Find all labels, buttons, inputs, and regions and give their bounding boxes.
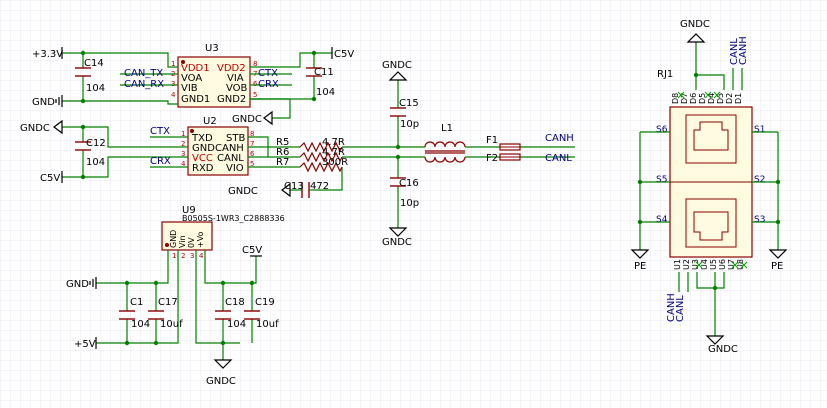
u2-pin-rxd: RXD bbox=[192, 163, 214, 174]
net-canh-out[interactable]: CANH bbox=[545, 133, 574, 144]
rj1-net-canh-top[interactable]: CANH bbox=[738, 36, 749, 65]
c15-ref: C15 bbox=[399, 98, 419, 109]
rj1-pin-d6: D6 bbox=[689, 93, 698, 104]
rj1-pin-u1: U1 bbox=[673, 259, 682, 270]
power-c5v-u2[interactable]: C5V bbox=[40, 171, 63, 184]
u9-pin-vo: +Vo bbox=[196, 231, 205, 248]
c17-val: 10uf bbox=[160, 319, 183, 330]
rj1-pin-u2: U2 bbox=[682, 259, 691, 270]
net-canl-out[interactable]: CANL bbox=[545, 153, 572, 164]
power-c5v-top-label: C5V bbox=[334, 49, 354, 60]
rj1-pin-s4: S4 bbox=[656, 215, 668, 225]
rj1-pin-d1: D1 bbox=[734, 93, 743, 104]
power-5v[interactable]: +5V bbox=[74, 337, 97, 350]
c12-val: 104 bbox=[86, 157, 105, 168]
u3-pin-gnd1: GND1 bbox=[181, 94, 210, 105]
u9-pin-num-3: 3 bbox=[190, 252, 194, 260]
c11-ref: C11 bbox=[314, 67, 334, 78]
u3-ref: U3 bbox=[205, 43, 219, 54]
u9-value: B0505S-1WR3_C2888336 bbox=[182, 214, 285, 223]
rj1-pin-s2: S2 bbox=[754, 175, 765, 185]
u3-pin-num-5: 5 bbox=[253, 91, 257, 99]
net-crx-u3[interactable]: CRX bbox=[258, 79, 279, 90]
c13-val: 472 bbox=[310, 181, 329, 192]
pe-left-label: PE bbox=[634, 261, 646, 272]
gndc-l1-top-label: GNDC bbox=[382, 60, 412, 71]
gndc-u3-label: GNDC bbox=[232, 114, 262, 125]
u2-pin-vio: VIO bbox=[226, 163, 244, 174]
rj1-pin-s6: S6 bbox=[656, 125, 668, 135]
u3-pin-num-4: 4 bbox=[171, 91, 176, 99]
c14-ref: C14 bbox=[84, 58, 104, 69]
c11-val: 104 bbox=[316, 87, 335, 98]
c19-val: 10uf bbox=[256, 319, 279, 330]
gndc-c13-label: GNDC bbox=[228, 186, 258, 197]
c12-ref: C12 bbox=[86, 138, 106, 149]
gndc-rj-bottom-label: GNDC bbox=[708, 344, 738, 355]
power-c5v-top[interactable]: C5V bbox=[331, 47, 354, 60]
power-c5v-u9[interactable]: C5V bbox=[242, 245, 262, 257]
r7-val: 300R bbox=[322, 157, 348, 168]
net-can-rx[interactable]: CAN_RX bbox=[124, 79, 164, 90]
rj1-net-canl-bottom[interactable]: CANL bbox=[675, 295, 686, 322]
l1-ref: L1 bbox=[441, 123, 453, 134]
u3-pin-vob: VOB bbox=[226, 83, 248, 94]
r7-ref: R7 bbox=[276, 157, 289, 168]
rj1-pin-d5: D5 bbox=[698, 93, 707, 104]
gndc-u2-label: GNDC bbox=[20, 123, 50, 134]
u2-ref: U2 bbox=[203, 116, 217, 127]
c19-ref: C19 bbox=[255, 297, 275, 308]
power-5v-label: +5V bbox=[74, 339, 96, 350]
gndc-u9-label: GNDC bbox=[206, 376, 236, 387]
c16-ref: C16 bbox=[399, 178, 419, 189]
c17-ref: C17 bbox=[158, 297, 178, 308]
f2-ref: F2 bbox=[486, 153, 498, 164]
gnd-u3-label: GND bbox=[32, 97, 55, 108]
schematic-canvas: U3 VDD1 VOA VIB GND1 VDD2 VIA VOB GND2 1… bbox=[0, 0, 827, 408]
u9-pin-num-1: 1 bbox=[172, 252, 176, 260]
u9-pin-num-2: 2 bbox=[181, 252, 185, 260]
f1-ref: F1 bbox=[486, 135, 498, 146]
rj1-pin-d8: D8 bbox=[671, 93, 680, 104]
c16-val: 10p bbox=[400, 198, 419, 209]
c1-ref: C1 bbox=[130, 297, 143, 308]
c1-val: 104 bbox=[131, 319, 150, 330]
c18-val: 104 bbox=[227, 319, 246, 330]
power-3v3-label: +3.3V bbox=[32, 49, 63, 60]
u9-pin-num-4: 4 bbox=[199, 252, 204, 260]
rj1-pin-s3: S3 bbox=[754, 215, 765, 225]
rj1-pin-u6: U6 bbox=[718, 259, 727, 270]
net-ctx-u2[interactable]: CTX bbox=[150, 126, 170, 137]
rj1-pin-s1: S1 bbox=[754, 125, 765, 135]
rj1-pin-d2: D2 bbox=[725, 93, 734, 104]
rj1-ref: RJ1 bbox=[657, 69, 673, 80]
gnd-u9-label: GND bbox=[66, 279, 89, 290]
power-c5v-u2-label: C5V bbox=[40, 173, 60, 184]
net-ctx-u3[interactable]: CTX bbox=[258, 68, 278, 79]
u3-pin-gnd2: GND2 bbox=[217, 94, 246, 105]
power-c5v-u9-label: C5V bbox=[242, 245, 262, 256]
net-crx-u2[interactable]: CRX bbox=[150, 156, 171, 167]
rj1-pin-u4: U4 bbox=[700, 259, 709, 270]
c18-ref: C18 bbox=[225, 297, 245, 308]
gndc-rj-top-label: GNDC bbox=[680, 19, 710, 30]
u9-pin-vin: Vin bbox=[178, 235, 187, 248]
c14-val: 104 bbox=[86, 83, 105, 94]
u3-pin-num-3: 3 bbox=[171, 80, 175, 88]
u3-pin-vib: VIB bbox=[181, 83, 198, 94]
c15-val: 10p bbox=[400, 119, 419, 130]
u9-pin-0v: 0V bbox=[187, 237, 196, 248]
pe-right-label: PE bbox=[771, 261, 783, 272]
net-can-tx[interactable]: CAN_TX bbox=[124, 68, 163, 79]
rj1-pin-s5: S5 bbox=[656, 175, 667, 185]
u9-pin-gnd: GND bbox=[169, 230, 178, 248]
power-3v3[interactable]: +3.3V bbox=[32, 47, 63, 60]
gndc-l1-bottom-label: GNDC bbox=[382, 237, 412, 248]
rj1-pin-u5: U5 bbox=[709, 259, 718, 270]
